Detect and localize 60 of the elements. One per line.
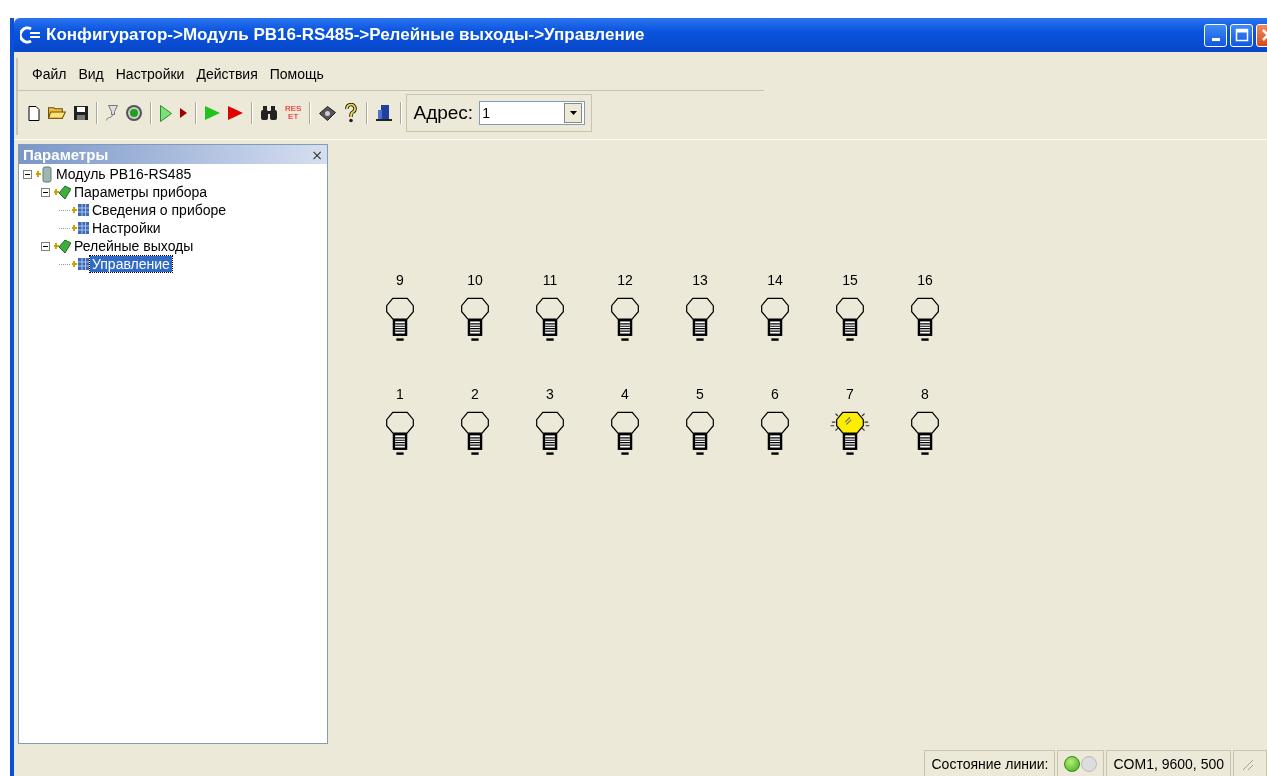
relay-number: 8	[920, 386, 930, 402]
tree-item[interactable]: Настройки	[90, 220, 163, 236]
collapse-toggle[interactable]	[41, 187, 52, 197]
play-icon	[160, 104, 172, 122]
relay-number: 6	[770, 386, 780, 402]
relay-number: 9	[395, 272, 405, 288]
collapse-toggle[interactable]	[41, 241, 52, 251]
lit-bulb-icon[interactable]	[828, 410, 872, 456]
play-icon	[180, 108, 187, 118]
reset-button[interactable]: RES ET	[281, 100, 306, 126]
relay-number: 11	[541, 272, 559, 288]
dropdown-arrow-icon	[569, 111, 577, 115]
menu-item[interactable]: Помощь	[263, 63, 330, 85]
relay-number: 13	[691, 272, 709, 288]
relay-number: 10	[466, 272, 484, 288]
play-icon	[228, 106, 243, 120]
folder-icon	[48, 107, 66, 119]
relay-number: 4	[620, 386, 630, 402]
panel-title: Параметры	[23, 146, 109, 163]
app-icon	[20, 26, 42, 44]
play-icon	[205, 106, 220, 120]
maximize-button[interactable]	[1230, 23, 1253, 47]
funnel-icon	[106, 105, 118, 121]
device-icon	[35, 165, 53, 183]
tree-item[interactable]: Сведения о приборе	[90, 202, 229, 218]
relay-number: 2	[470, 386, 480, 402]
minimize-icon	[1211, 37, 1220, 41]
target-icon	[126, 105, 142, 121]
diamond-icon	[319, 105, 337, 121]
table-icon	[71, 255, 89, 273]
table-icon	[71, 219, 89, 237]
table-icon	[71, 201, 89, 219]
relay-number: 1	[395, 386, 405, 402]
relay-number: 15	[841, 272, 859, 288]
relay-number: 3	[545, 386, 555, 402]
menu-item[interactable]: Настройки	[109, 63, 191, 85]
document-icon	[28, 105, 40, 121]
line-status-label: Состояние линии:	[924, 750, 1056, 776]
relay-number: 14	[766, 272, 784, 288]
tree-item[interactable]: Параметры прибора	[72, 184, 210, 200]
window-title: Конфигуратор->Модуль PB16-RS485->Релейные выходы->Управление	[46, 25, 646, 45]
relay-number: 7	[845, 386, 855, 402]
tree-item[interactable]: Управление	[90, 256, 172, 272]
tree-item[interactable]: Модуль PB16-RS485	[54, 166, 194, 182]
relay-number: 5	[695, 386, 705, 402]
maximize-icon	[1234, 28, 1249, 42]
tree-item[interactable]: Релейные выходы	[72, 238, 196, 254]
relay-number: 16	[916, 272, 934, 288]
relay-number: 12	[616, 272, 634, 288]
binoculars-icon	[261, 106, 277, 120]
address-label: Адрес:	[413, 102, 474, 124]
menu-item[interactable]: Вид	[72, 63, 110, 85]
port-settings: COM1, 9600, 500	[1106, 750, 1231, 776]
collapse-toggle[interactable]	[23, 169, 34, 179]
address-dropdown[interactable]: 1	[479, 101, 586, 125]
minimize-button[interactable]	[1204, 23, 1227, 47]
question-mark-icon	[344, 103, 359, 123]
menu-item[interactable]: Файл	[26, 63, 73, 85]
panel-close-button[interactable]: ×	[311, 146, 323, 163]
menu-item[interactable]: Действия	[190, 63, 264, 85]
